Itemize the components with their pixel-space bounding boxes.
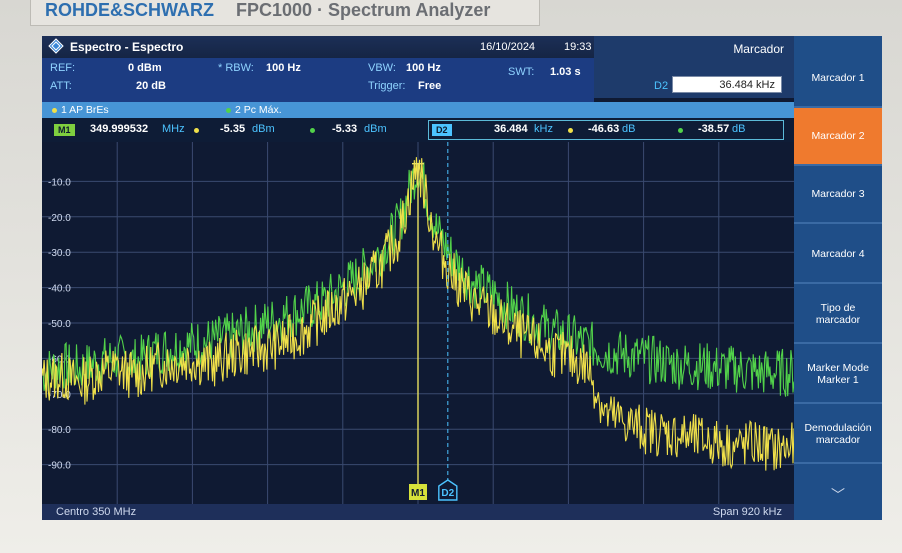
y-tick-label: -30.0 [48, 248, 71, 259]
vbw-label: VBW: [368, 62, 396, 74]
trigger-value[interactable]: Free [418, 80, 441, 92]
mode-title: Espectro - Espectro [70, 40, 184, 54]
d2-frequency-input[interactable]: 36.484 kHz [672, 76, 782, 93]
device-model: FPC1000 · Spectrum Analyzer [236, 0, 491, 20]
y-tick-label: -40.0 [48, 284, 71, 295]
marker-readout-bar: M1 349.999532 MHz -5.35 dBm -5.33 dBm D2… [42, 118, 794, 142]
m1-trace2-unit: dBm [364, 123, 387, 135]
ref-value[interactable]: 0 dBm [128, 62, 162, 74]
center-frequency[interactable]: Centro 350 MHz [56, 506, 136, 518]
d2-tag[interactable]: D2 [432, 124, 452, 136]
swt-value[interactable]: 1.03 s [550, 66, 581, 78]
trigger-label: Trigger: [368, 80, 406, 92]
chevron-down-icon: ﹀ [831, 487, 845, 503]
d2-trace2-dot-icon [678, 128, 683, 133]
settings-panel: REF: 0 dBm ATT: 20 dB * RBW: 100 Hz VBW:… [42, 58, 594, 102]
rbw-value[interactable]: 100 Hz [266, 62, 301, 74]
date-readout: 16/10/2024 [480, 41, 536, 53]
m1-tag[interactable]: M1 [54, 124, 75, 136]
instrument-bezel: ROHDE&SCHWARZ FPC1000 · Spectrum Analyze… [0, 0, 902, 553]
d2-input-label: D2 [654, 80, 669, 92]
softkey-marcador-2[interactable]: Marcador 2 [794, 108, 882, 166]
time-readout: 19:33 [564, 41, 592, 53]
marker-d2-flag-label: D2 [441, 488, 454, 499]
softkey-marcador-1[interactable]: Marcador 1 [794, 50, 882, 108]
softkey-tipo-de-marcador[interactable]: Tipo de marcador [794, 286, 882, 344]
d2-trace1-level: -46.63 [588, 123, 620, 135]
y-tick-label: -80.0 [48, 425, 71, 436]
m1-trace2-dot-icon [310, 128, 315, 133]
m1-frequency: 349.999532 [90, 123, 149, 135]
y-tick-label: -50.0 [48, 319, 71, 330]
m1-trace1-unit: dBm [252, 123, 275, 135]
spectrum-plot-svg: -10.0-20.0-30.0-40.0-50.0-60.0-70.0-80.0… [42, 142, 794, 504]
m1-trace2-level: -5.33 [332, 123, 358, 135]
spectrum-plot[interactable]: -10.0 -20.0 -30.0 -40.0 -50.0 -60.0 -70.0 -80.0… [42, 142, 794, 504]
softkey-panel: Marcador 1 Marcador 2 Marcador 3 Marcado… [794, 36, 882, 520]
spectrum-mode-icon[interactable] [48, 38, 64, 54]
m1-trace1-dot-icon [194, 128, 199, 133]
device-brand-plate: ROHDE&SCHWARZ FPC1000 · Spectrum Analyze… [30, 0, 540, 26]
marker-panel-header: Marcador D2 36.484 kHz [594, 36, 794, 98]
m1-trace1-level: -5.35 [220, 123, 246, 135]
trace-2-dot-icon [226, 107, 231, 113]
d2-frequency: 36.484 [494, 123, 528, 135]
y-tick-label: -90.0 [48, 461, 71, 472]
trace-1-label[interactable]: 1 AP BrEs [52, 104, 109, 116]
trace-2-label[interactable]: 2 Pc Máx. [226, 104, 282, 116]
softkey-marcador-3[interactable]: Marcador 3 [794, 166, 882, 224]
att-value[interactable]: 20 dB [136, 80, 166, 92]
rbw-label: * RBW: [218, 62, 254, 74]
y-tick-label: -20.0 [48, 213, 71, 224]
m1-frequency-unit: MHz [162, 123, 185, 135]
d2-trace2-unit: dB [732, 123, 746, 135]
marker-panel-title: Marcador [733, 42, 784, 56]
d2-trace1-dot-icon [568, 128, 573, 133]
vbw-value[interactable]: 100 Hz [406, 62, 441, 74]
d2-frequency-unit: kHz [534, 123, 553, 135]
softkey-marcador-4[interactable]: Marcador 4 [794, 226, 882, 284]
y-tick-label: -60.0 [48, 354, 71, 365]
swt-label: SWT: [508, 66, 535, 78]
att-label: ATT: [50, 80, 72, 92]
footer-bar: Centro 350 MHz Span 920 kHz [42, 504, 794, 520]
y-tick-label: -10.0 [48, 177, 71, 188]
d2-trace2-level: -38.57 [698, 123, 730, 135]
ref-label: REF: [50, 62, 76, 74]
softkey-demodulacion[interactable]: Demodulación marcador [794, 406, 882, 464]
trace-bar: 1 AP BrEs 2 Pc Máx. [42, 102, 794, 118]
d2-trace1-unit: dB [622, 123, 636, 135]
span-readout[interactable]: Span 920 kHz [713, 506, 782, 518]
trace-1-dot-icon [52, 107, 57, 113]
analyzer-screen: Espectro - Espectro 16/10/2024 19:33 REF… [42, 36, 882, 520]
brand-logo: ROHDE&SCHWARZ [45, 0, 214, 20]
softkey-marker-mode[interactable]: Marker Mode Marker 1 [794, 346, 882, 404]
marker-m1-flag-label: M1 [411, 488, 425, 499]
softkey-more[interactable]: ﹀ [794, 466, 882, 520]
